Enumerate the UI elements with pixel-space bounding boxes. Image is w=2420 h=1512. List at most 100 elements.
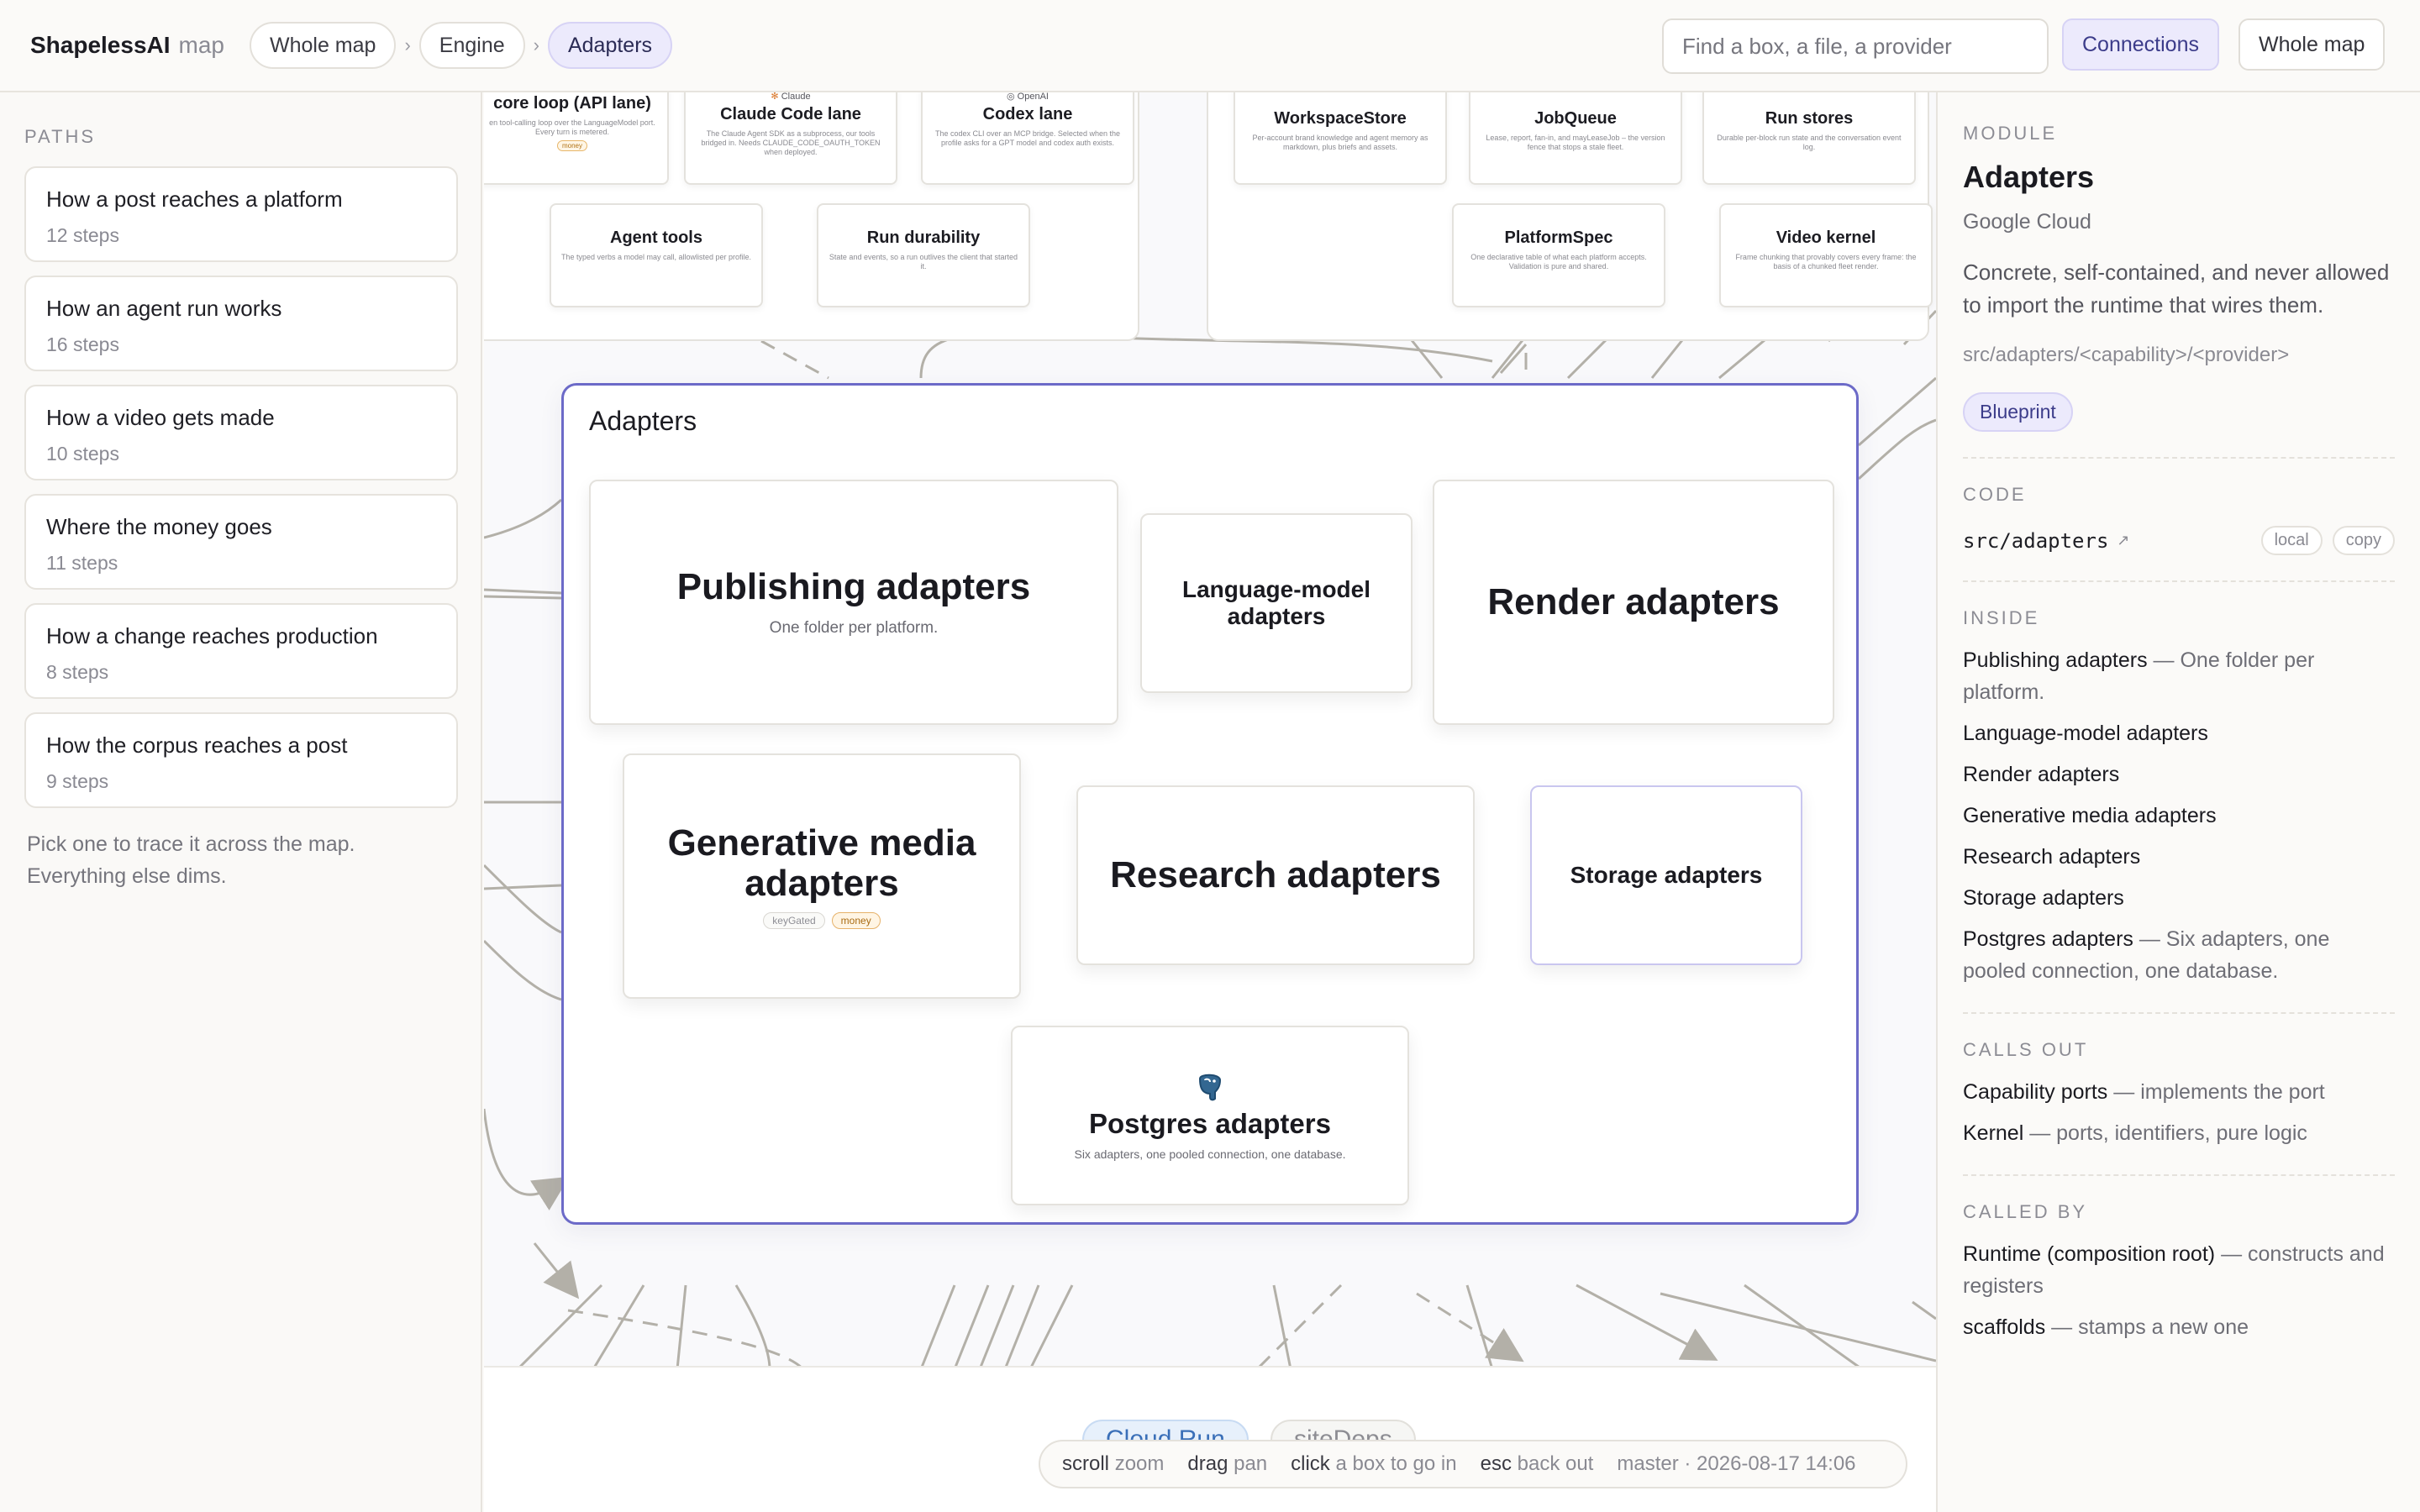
- inside-item-name: Language-model adapters: [1963, 722, 2208, 745]
- whole-map-button[interactable]: Whole map: [2238, 18, 2386, 71]
- agent-tools-title: Agent tools: [610, 228, 702, 247]
- breadcrumb: Whole map › Engine › Adapters: [250, 22, 673, 69]
- divider: [1963, 457, 2395, 459]
- calls-out-item[interactable]: Kernel — ports, identifiers, pure logic: [1963, 1117, 2395, 1149]
- calls-out-item[interactable]: Capability ports — implements the port: [1963, 1076, 2395, 1108]
- platform-spec-card[interactable]: PlatformSpec One declarative table of wh…: [1452, 203, 1665, 307]
- postgres-adapters-card[interactable]: Postgres adapters Six adapters, one pool…: [1011, 1026, 1409, 1205]
- postgres-adapters-desc: Six adapters, one pooled connection, one…: [1074, 1147, 1346, 1161]
- path-card[interactable]: How a change reaches production 8 steps: [24, 603, 458, 699]
- calls-out-heading: CALLS OUT: [1963, 1039, 2089, 1060]
- external-link-icon[interactable]: ↗: [2117, 532, 2129, 549]
- research-adapters-card[interactable]: Research adapters: [1076, 785, 1475, 965]
- path-steps: 9 steps: [46, 770, 109, 792]
- inside-heading: INSIDE: [1963, 607, 2040, 628]
- path-steps: 12 steps: [46, 224, 119, 246]
- claude-code-lane-card[interactable]: ✻ Claude Claude Code lane The Claude Age…: [684, 92, 897, 185]
- video-kernel-title: Video kernel: [1776, 228, 1876, 247]
- map-canvas[interactable]: core loop (API lane) en tool-calling loo…: [484, 92, 1936, 1512]
- workspace-store-card[interactable]: WorkspaceStore Per-account brand knowled…: [1234, 92, 1447, 185]
- claude-brand: Claude: [781, 92, 811, 102]
- core-loop-card[interactable]: core loop (API lane) en tool-calling loo…: [484, 92, 669, 185]
- language-model-adapters-card[interactable]: Language-model adapters: [1140, 513, 1413, 693]
- render-adapters-card[interactable]: Render adapters: [1433, 480, 1834, 725]
- breadcrumb-adapters[interactable]: Adapters: [547, 22, 673, 69]
- agent-tools-card[interactable]: Agent tools The typed verbs a model may …: [550, 203, 763, 307]
- search-input[interactable]: [1662, 18, 2049, 74]
- video-kernel-desc: Frame chunking that provably covers ever…: [1735, 253, 1917, 270]
- code-path-link[interactable]: src/adapters: [1963, 529, 2108, 553]
- shortcut-drag: drag pan: [1187, 1452, 1267, 1476]
- path-title: How a video gets made: [46, 405, 275, 430]
- inside-item[interactable]: Publishing adapters — One folder per pla…: [1963, 644, 2395, 708]
- job-queue-desc: Lease, report, fan-in, and mayLeaseJob –…: [1486, 134, 1665, 151]
- path-card[interactable]: How a video gets made 10 steps: [24, 385, 458, 480]
- money-tag: money: [556, 140, 587, 151]
- inside-item[interactable]: Research adapters: [1963, 841, 2395, 873]
- inside-item[interactable]: Render adapters: [1963, 759, 2395, 790]
- publishing-adapters-desc: One folder per platform.: [769, 619, 939, 637]
- code-heading: CODE: [1963, 484, 2027, 505]
- publishing-adapters-card[interactable]: Publishing adapters One folder per platf…: [589, 480, 1118, 725]
- run-durability-card[interactable]: Run durability State and events, so a ru…: [817, 203, 1030, 307]
- agent-tools-desc: The typed verbs a model may call, allowl…: [560, 253, 752, 261]
- called-by-item[interactable]: scaffolds — stamps a new one: [1963, 1311, 2395, 1343]
- platform-spec-title: PlatformSpec: [1504, 228, 1613, 247]
- path-title: How a change reaches production: [46, 623, 378, 648]
- video-kernel-card[interactable]: Video kernel Frame chunking that provabl…: [1719, 203, 1933, 307]
- generative-media-adapters-card[interactable]: Generative media adapters keyGated money: [623, 753, 1021, 999]
- shortcut-action: back out: [1517, 1452, 1594, 1475]
- workspace-store-title: WorkspaceStore: [1274, 109, 1407, 128]
- open-local-button[interactable]: local: [2260, 526, 2323, 555]
- path-card[interactable]: How a post reaches a platform 12 steps: [24, 166, 458, 262]
- path-title: Where the money goes: [46, 514, 272, 539]
- brand-logo[interactable]: ShapelessAI map: [30, 32, 224, 59]
- inside-item-name: Generative media adapters: [1963, 804, 2217, 827]
- shortcut-action: pan: [1234, 1452, 1268, 1475]
- adapters-group[interactable]: Adapters Publishing adapters One folder …: [561, 383, 1859, 1225]
- inside-item[interactable]: Postgres adapters — Six adapters, one po…: [1963, 923, 2395, 987]
- path-steps: 8 steps: [46, 661, 109, 683]
- called-by-item[interactable]: Runtime (composition root) — constructs …: [1963, 1238, 2395, 1302]
- generative-media-adapters-title: Generative media adapters: [667, 822, 976, 904]
- paths-hint: Pick one to trace it across the map. Eve…: [27, 832, 355, 888]
- calls-out-list: Capability ports — implements the port K…: [1963, 1076, 2395, 1149]
- adapters-group-title: Adapters: [589, 406, 697, 436]
- claude-logo-icon: ✻ Claude: [771, 92, 811, 102]
- inside-item-name: Render adapters: [1963, 763, 2120, 786]
- platform-spec-desc: One declarative table of what each platf…: [1470, 253, 1647, 270]
- workspace-store-desc: Per-account brand knowledge and agent me…: [1252, 134, 1428, 151]
- job-queue-card[interactable]: JobQueue Lease, report, fan-in, and mayL…: [1469, 92, 1682, 185]
- storage-adapters-card[interactable]: Storage adapters: [1530, 785, 1802, 965]
- breadcrumb-separator-icon: ›: [533, 34, 539, 55]
- run-stores-desc: Durable per-block run state and the conv…: [1717, 134, 1902, 151]
- detail-description: Concrete, self-contained, and never allo…: [1963, 260, 2390, 318]
- build-info: master · 2026-08-17 14:06: [1617, 1452, 1856, 1475]
- copy-path-button[interactable]: copy: [2332, 526, 2395, 555]
- status-bar: scroll zoom drag pan click a box to go i…: [1039, 1440, 1907, 1488]
- run-durability-desc: State and events, so a run outlives the …: [829, 253, 1018, 270]
- path-card[interactable]: Where the money goes 11 steps: [24, 494, 458, 590]
- inside-item[interactable]: Storage adapters: [1963, 882, 2395, 914]
- blueprint-badge[interactable]: Blueprint: [1963, 392, 2073, 432]
- breadcrumb-engine[interactable]: Engine: [418, 22, 525, 69]
- called-by-list: Runtime (composition root) — constructs …: [1963, 1238, 2395, 1343]
- path-title: How a post reaches a platform: [46, 186, 343, 212]
- brand-subtitle: map: [178, 32, 224, 58]
- run-stores-card[interactable]: Run stores Durable per-block run state a…: [1702, 92, 1916, 185]
- divider: [1963, 1012, 2395, 1014]
- connections-button[interactable]: Connections: [2062, 18, 2219, 71]
- codex-lane-desc: The codex CLI over an MCP bridge. Select…: [935, 129, 1120, 147]
- inside-item[interactable]: Generative media adapters: [1963, 800, 2395, 832]
- inside-item[interactable]: Language-model adapters: [1963, 717, 2395, 749]
- detail-path-pattern: src/adapters/<capability>/<provider>: [1963, 344, 2290, 366]
- codex-lane-card[interactable]: ◎ OpenAI Codex lane The codex CLI over a…: [921, 92, 1134, 185]
- detail-provider: Google Cloud: [1963, 210, 2091, 234]
- job-queue-title: JobQueue: [1534, 109, 1617, 128]
- breadcrumb-whole-map[interactable]: Whole map: [250, 22, 397, 69]
- path-title: How the corpus reaches a post: [46, 732, 348, 758]
- path-card[interactable]: How an agent run works 16 steps: [24, 276, 458, 371]
- shortcut-key: click: [1291, 1452, 1330, 1475]
- top-bar: ShapelessAI map Whole map › Engine › Ada…: [0, 0, 2420, 92]
- path-card[interactable]: How the corpus reaches a post 9 steps: [24, 712, 458, 808]
